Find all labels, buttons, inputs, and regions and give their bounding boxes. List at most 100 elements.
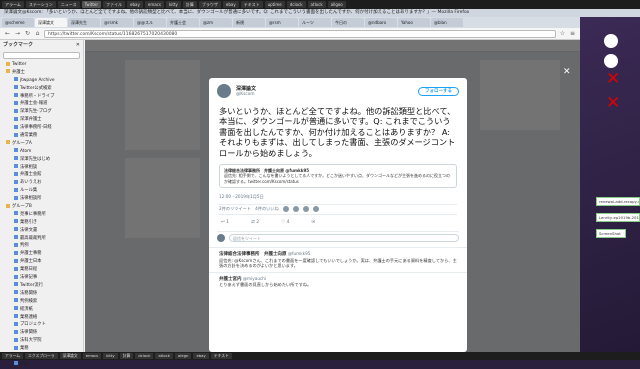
panel-task[interactable]: アラーム <box>2 1 24 8</box>
bookmark-item[interactable]: 判例検索 <box>0 298 83 306</box>
bookmark-item[interactable]: 法務関係 <box>0 290 83 298</box>
reply-icon[interactable]: ↩ 1 <box>221 220 229 225</box>
taskbar-item[interactable]: 深澤論文 <box>59 353 81 359</box>
bookmark-item[interactable]: 業務日程 <box>0 266 83 274</box>
browser-tab[interactable]: @@スル <box>134 18 166 27</box>
bookmark-item[interactable]: 法律文書 <box>0 227 83 235</box>
bookmark-item[interactable]: 業務引き <box>0 219 83 227</box>
message-icon[interactable]: ✉ <box>312 220 316 225</box>
browser-tab[interactable]: 弁護士会 <box>167 18 199 27</box>
stats-text[interactable]: 2件のリツイート 4件のいいね <box>219 206 279 212</box>
browser-tab[interactable]: ルーツ <box>299 18 331 27</box>
bookmark-item[interactable]: Twitter流行 <box>0 282 83 290</box>
bookmark-item[interactable]: 法律相談所 <box>0 195 83 203</box>
bookmark-item[interactable]: ルール集 <box>0 187 83 195</box>
bookmark-item[interactable]: 通常業務 <box>0 132 83 140</box>
like-icon[interactable]: ♡ 4 <box>281 220 289 225</box>
browser-tab[interactable]: @ndbaro <box>365 18 397 27</box>
panel-task[interactable]: ステーション <box>25 1 56 8</box>
close-icon[interactable]: ✕ <box>563 67 571 77</box>
taskbar-item[interactable]: kitty <box>103 353 118 359</box>
panel-applet[interactable]: dclock <box>286 1 306 8</box>
bookmark-item[interactable]: 法律記事 <box>0 274 83 282</box>
taskbar-item[interactable]: エクスプローラ <box>25 353 58 359</box>
browser-tab[interactable]: 深澤論文 <box>35 18 67 27</box>
bookmark-item[interactable]: 弁護士会-報道 <box>0 100 83 108</box>
bookmark-item[interactable]: 事務所・ドライブ <box>0 93 83 101</box>
desktop-note[interactable]: renewal-add-recopy-unp <box>596 197 640 206</box>
bookmark-item[interactable]: jtwpage Archive <box>0 77 83 85</box>
bookmark-star-icon[interactable]: ☆ <box>559 30 566 37</box>
reply-tweet[interactable]: 法律総合法律事務所 弁護士向原 @fumkk95 返信先: @Kscomさん、これ… <box>209 246 467 272</box>
browser-tab[interactable]: @scheme <box>2 18 34 27</box>
bookmark-item[interactable]: Twitter公式検索 <box>0 85 83 93</box>
bookmark-item[interactable]: 法科大学院 <box>0 337 83 345</box>
desktop-note[interactable]: ScreenShot <box>596 229 626 238</box>
panel-applet[interactable]: atlock <box>307 1 326 8</box>
bookmark-item[interactable]: 経済紙 <box>0 306 83 314</box>
bookmark-item[interactable]: プロジェクト <box>0 321 83 329</box>
panel-task[interactable]: ebay <box>222 1 239 8</box>
browser-tab[interactable]: @blan <box>431 18 463 27</box>
bookmark-item[interactable]: 法律事務所-日経 <box>0 124 83 132</box>
reload-icon[interactable]: ↻ <box>24 30 31 37</box>
bookmark-item[interactable]: Twitter <box>0 61 83 69</box>
close-icon[interactable]: ✕ <box>76 40 80 50</box>
author-name[interactable]: 深澤論文 <box>236 85 256 92</box>
panel-task[interactable]: テキスト <box>240 1 263 8</box>
browser-tab[interactable]: 新規 <box>233 18 265 27</box>
desktop-note[interactable]: Lenrity-ep2019b-2019 <box>596 213 640 222</box>
bookmark-item[interactable]: 深澤先生はじめ <box>0 156 83 164</box>
bookmark-item[interactable]: 弁護士 <box>0 69 83 77</box>
browser-tab[interactable]: 深澤先生 <box>68 18 100 27</box>
bookmark-item[interactable]: 弁護士会館 <box>0 171 83 179</box>
bookmark-item[interactable]: 最高裁裁判所 <box>0 235 83 243</box>
panel-task[interactable]: ebay <box>127 1 143 8</box>
browser-tab[interactable]: 今日の <box>332 18 364 27</box>
taskbar-item[interactable]: テキスト <box>210 353 232 359</box>
panel-task[interactable]: ブラウザ <box>198 1 221 8</box>
browser-tab[interactable]: Yahoo <box>398 18 430 27</box>
quoted-tweet[interactable]: 法律総合法律事務所 弁護士向原 @fumkk95 返信先: 相手側で、こんなを書… <box>219 164 457 188</box>
bookmark-item[interactable]: 法律関係 <box>0 329 83 337</box>
bookmark-item[interactable]: 見事に事務所 <box>0 211 83 219</box>
taskbar-item[interactable]: アラーム <box>2 353 24 359</box>
bookmark-item[interactable]: 弁護士日本 <box>0 258 83 266</box>
panel-task[interactable]: emacs <box>144 1 164 8</box>
panel-task[interactable]: kitty <box>165 1 181 8</box>
bookmark-item[interactable]: 法律相談 <box>0 164 83 172</box>
menu-icon[interactable]: ≡ <box>569 30 576 37</box>
bookmark-item[interactable]: 深澤先生-ブログ <box>0 108 83 116</box>
follow-button[interactable]: フォローする <box>418 86 459 96</box>
retweet-icon[interactable]: ⇄ 2 <box>251 220 259 225</box>
bookmark-item[interactable]: 判例 <box>0 242 83 250</box>
reply-tweet[interactable]: 弁護士宮内 @miyauchi とりあえず書面の見直しから始めたい所ですね。 <box>209 271 467 291</box>
taskbar-item[interactable]: dclock <box>135 353 154 359</box>
taskbar-item[interactable]: ebay <box>193 353 209 359</box>
browser-tab[interactable]: @rsmk <box>101 18 133 27</box>
browser-tab[interactable]: @rsm <box>266 18 298 27</box>
browser-tab[interactable]: @zm <box>200 18 232 27</box>
taskbar-item[interactable]: olegn <box>174 353 192 359</box>
reply-input[interactable]: 返信をツイート <box>229 233 459 242</box>
bookmark-item[interactable]: 深澤弁護士 <box>0 116 83 124</box>
bookmark-item[interactable]: グループB <box>0 203 83 211</box>
bookmark-item[interactable]: グループA <box>0 140 83 148</box>
sidebar-search-input[interactable] <box>3 52 80 59</box>
forward-icon[interactable]: → <box>14 30 21 37</box>
panel-applet[interactable]: uptime <box>264 1 285 8</box>
panel-task[interactable]: Twitter <box>81 1 102 8</box>
back-icon[interactable]: ← <box>4 30 11 37</box>
bookmark-item[interactable]: 弁護士事務 <box>0 250 83 258</box>
panel-task[interactable]: ファイル <box>103 1 126 8</box>
taskbar-item[interactable]: 計算 <box>119 353 134 359</box>
bookmark-item[interactable]: 業務連絡 <box>0 314 83 322</box>
bookmark-item[interactable]: あいうえお <box>0 179 83 187</box>
panel-task[interactable]: ニュース <box>57 1 80 8</box>
url-bar[interactable]: https://twitter.com/Kscom/status/1168267… <box>44 29 556 38</box>
panel-applet[interactable]: allgoo <box>327 1 346 8</box>
avatar[interactable] <box>217 84 231 98</box>
panel-task[interactable]: 計算 <box>182 1 197 8</box>
bookmark-item[interactable]: 登記 <box>0 361 83 369</box>
bookmark-item[interactable]: Atom <box>0 148 83 156</box>
